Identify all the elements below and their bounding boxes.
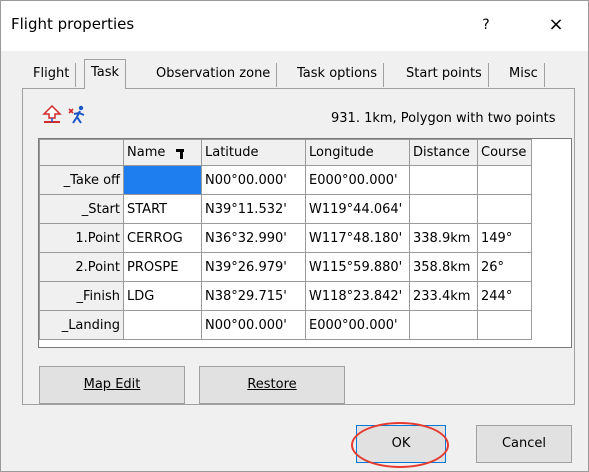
longitude-cell[interactable]: E000°00.000': [305, 310, 410, 340]
longitude-cell[interactable]: W119°44.064': [305, 194, 410, 224]
column-header-name[interactable]: Name: [123, 139, 202, 166]
name-cell[interactable]: LDG: [123, 281, 202, 311]
restore-button[interactable]: Restore: [199, 366, 345, 404]
tab-observation-zone[interactable]: Observation zone: [150, 63, 278, 87]
course-cell: 26°: [477, 252, 532, 282]
task-table: Name Latitude Longitude Distance Course …: [39, 139, 532, 340]
distance-cell: 338.9km: [409, 223, 478, 253]
help-button[interactable]: ?: [471, 11, 501, 39]
close-button[interactable]: ×: [541, 11, 571, 39]
task-points-grid[interactable]: Name Latitude Longitude Distance Course …: [38, 138, 572, 348]
table-row[interactable]: 2.Point PROSPE N39°26.979' W115°59.880' …: [39, 252, 532, 282]
tab-flight[interactable]: Flight: [27, 63, 77, 87]
distance-cell: [409, 194, 478, 224]
name-cell[interactable]: START: [123, 194, 202, 224]
tab-task[interactable]: Task: [84, 59, 127, 89]
task-walk-icon[interactable]: [67, 105, 89, 125]
cursor-icon: [175, 148, 188, 159]
row-label: _Start: [39, 194, 124, 224]
latitude-cell[interactable]: N39°26.979': [201, 252, 306, 282]
name-cell[interactable]: [123, 310, 202, 340]
course-cell: [477, 194, 532, 224]
distance-cell: [409, 310, 478, 340]
map-edit-label: Map Edit: [83, 377, 141, 392]
row-label: 1.Point: [39, 223, 124, 253]
flight-properties-dialog: Flight properties ? × Flight Task Observ…: [0, 0, 589, 472]
column-header-latitude[interactable]: Latitude: [201, 139, 306, 166]
map-edit-button[interactable]: Map Edit: [39, 366, 185, 404]
table-header-row: Name Latitude Longitude Distance Course: [39, 139, 532, 166]
longitude-cell[interactable]: W118°23.842': [305, 281, 410, 311]
distance-cell: 233.4km: [409, 281, 478, 311]
table-row[interactable]: _Take off N00°00.000' E000°00.000': [39, 165, 532, 195]
distance-cell: [409, 165, 478, 195]
course-cell: [477, 165, 532, 195]
column-header-name-label: Name: [127, 145, 166, 160]
task-up-icon[interactable]: [41, 104, 63, 125]
table-row[interactable]: _Landing N00°00.000' E000°00.000': [39, 310, 532, 340]
table-row[interactable]: _Finish LDG N38°29.715' W118°23.842' 233…: [39, 281, 532, 311]
window-title: Flight properties: [11, 15, 135, 33]
longitude-cell[interactable]: E000°00.000': [305, 165, 410, 195]
longitude-cell[interactable]: W117°48.180': [305, 223, 410, 253]
column-header-course[interactable]: Course: [477, 139, 532, 166]
row-label: 2.Point: [39, 252, 124, 282]
name-cell-selected[interactable]: [123, 165, 202, 195]
course-cell: 149°: [477, 223, 532, 253]
row-label: _Landing: [39, 310, 124, 340]
table-row[interactable]: _Start START N39°11.532' W119°44.064': [39, 194, 532, 224]
latitude-cell[interactable]: N36°32.990': [201, 223, 306, 253]
tab-task-options[interactable]: Task options: [291, 63, 385, 87]
ok-button[interactable]: OK: [356, 425, 446, 463]
column-header-distance[interactable]: Distance: [409, 139, 478, 166]
table-row[interactable]: 1.Point CERROG N36°32.990' W117°48.180' …: [39, 223, 532, 253]
task-summary: 931. 1km, Polygon with two points: [331, 111, 556, 126]
row-label: _Finish: [39, 281, 124, 311]
title-bar: Flight properties ? ×: [1, 1, 588, 51]
row-label: _Take off: [39, 165, 124, 195]
name-cell[interactable]: PROSPE: [123, 252, 202, 282]
tab-misc[interactable]: Misc: [503, 63, 545, 87]
longitude-cell[interactable]: W115°59.880': [305, 252, 410, 282]
cancel-button[interactable]: Cancel: [476, 425, 572, 463]
latitude-cell[interactable]: N00°00.000': [201, 165, 306, 195]
course-cell: 244°: [477, 281, 532, 311]
tab-start-points[interactable]: Start points: [400, 63, 489, 87]
name-cell[interactable]: CERROG: [123, 223, 202, 253]
latitude-cell[interactable]: N00°00.000': [201, 310, 306, 340]
restore-label: Restore: [247, 377, 297, 392]
distance-cell: 358.8km: [409, 252, 478, 282]
column-header-corner: [39, 139, 124, 166]
latitude-cell[interactable]: N38°29.715': [201, 281, 306, 311]
latitude-cell[interactable]: N39°11.532': [201, 194, 306, 224]
course-cell: [477, 310, 532, 340]
column-header-longitude[interactable]: Longitude: [305, 139, 410, 166]
